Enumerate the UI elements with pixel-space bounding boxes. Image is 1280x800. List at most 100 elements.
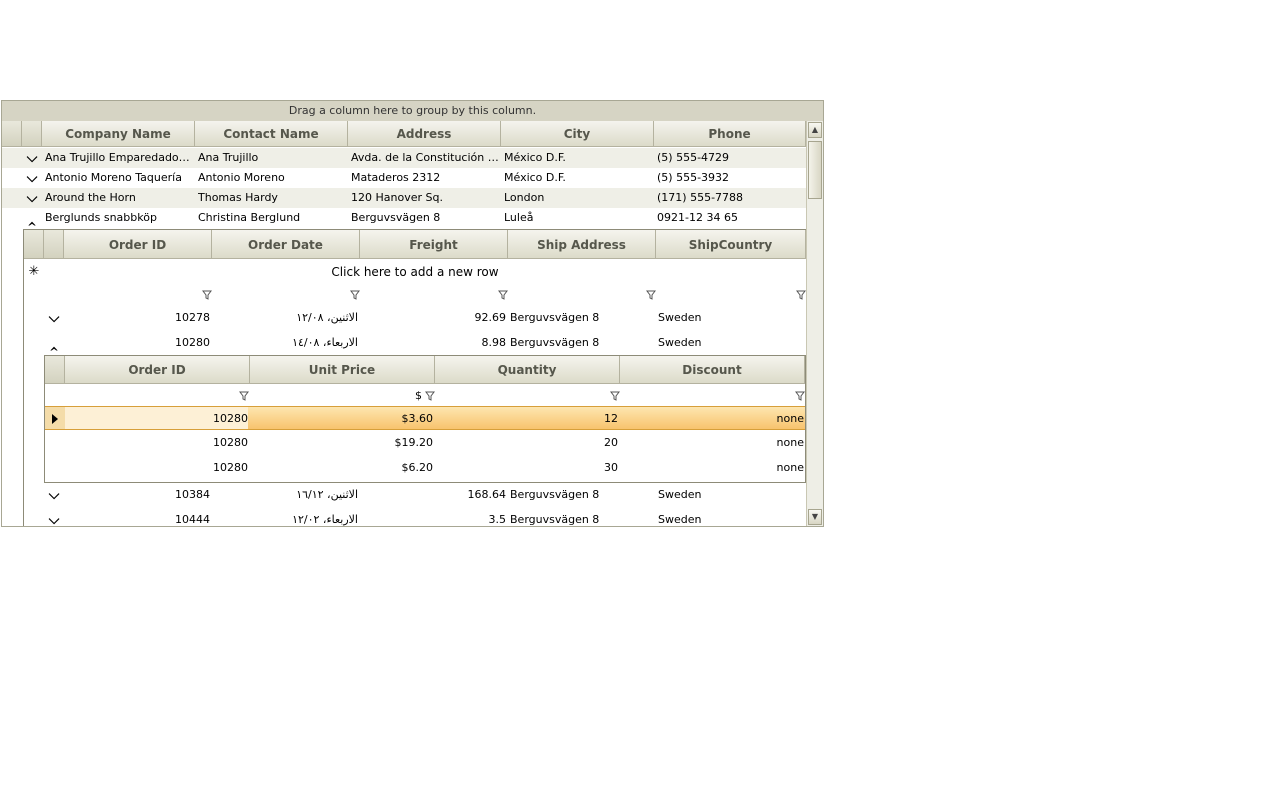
ship-address-cell: Berguvsvägen 8 [510, 336, 600, 349]
city-cell: México D.F. [504, 171, 566, 184]
vertical-scrollbar[interactable]: ▲ ▼ [806, 121, 823, 526]
header-order-date[interactable]: Order Date [212, 230, 360, 258]
order-id-cell: 10384 [175, 488, 210, 501]
quantity-cell: 12 [604, 412, 618, 425]
customers-header: Company Name Contact Name Address City P… [2, 121, 806, 147]
header-address[interactable]: Address [348, 121, 501, 146]
customer-row[interactable]: ‸ Berglunds snabbköp Christina Berglund … [2, 208, 806, 228]
city-cell: México D.F. [504, 151, 566, 164]
header-ship-country[interactable]: ShipCountry [656, 230, 806, 258]
quantity-cell: 30 [604, 461, 618, 474]
header-company-name[interactable]: Company Name [42, 121, 195, 146]
company-name-cell: Ana Trujillo Emparedados y helados [45, 151, 190, 164]
add-new-row[interactable]: ✳ Click here to add a new row [24, 261, 806, 283]
header-expander-cell [22, 121, 42, 146]
contact-name-cell: Thomas Hardy [198, 191, 278, 204]
ship-address-cell: Berguvsvägen 8 [510, 311, 600, 324]
chevron-down-icon[interactable]: ⌵ [22, 188, 42, 208]
phone-cell: (171) 555-7788 [657, 191, 744, 204]
header-quantity[interactable]: Quantity [435, 356, 620, 383]
chevron-down-icon[interactable]: ⌵ [44, 508, 64, 526]
order-details-header: Order ID Unit Price Quantity Discount [45, 356, 805, 384]
filter-icon[interactable] [498, 290, 508, 300]
unit-price-cell: $19.20 [394, 436, 434, 449]
customer-row[interactable]: ⌵ Around the Horn Thomas Hardy 120 Hanov… [2, 188, 806, 208]
header-city[interactable]: City [501, 121, 654, 146]
filter-icon[interactable] [425, 391, 435, 401]
header-order-id[interactable]: Order ID [64, 230, 212, 258]
freight-cell: 8.98 [481, 336, 507, 349]
chevron-down-icon[interactable]: ⌵ [44, 306, 64, 330]
orders-header-expander [44, 230, 64, 258]
customer-row[interactable]: ⌵ Ana Trujillo Emparedados y helados Ana… [2, 148, 806, 168]
order-id-cell: 10278 [175, 311, 210, 324]
chevron-down-icon[interactable]: ⌵ [22, 168, 42, 188]
filter-icon[interactable] [796, 290, 806, 300]
order-date-cell: الاربعاء، ١٢/٠٢ [292, 513, 358, 526]
address-cell: 120 Hanover Sq. [351, 191, 443, 204]
scrollbar-thumb[interactable] [808, 141, 822, 199]
ship-country-cell: Sweden [658, 311, 702, 324]
unit-price-cell: $3.60 [401, 412, 434, 425]
order-detail-row[interactable]: 10280 $6.20 30 none [45, 456, 805, 480]
filter-icon[interactable] [350, 290, 360, 300]
phone-cell: 0921-12 34 65 [657, 211, 738, 224]
filter-icon[interactable] [239, 391, 249, 401]
orders-filter-row [24, 285, 806, 305]
order-details-filter-row: $ [45, 386, 805, 406]
freight-cell: 92.69 [474, 311, 507, 324]
detail-order-id-cell: 10280 [65, 407, 248, 429]
company-name-cell: Berglunds snabbköp [45, 211, 157, 224]
header-unit-price[interactable]: Unit Price [250, 356, 435, 383]
phone-cell: (5) 555-4729 [657, 151, 730, 164]
company-name-cell: Around the Horn [45, 191, 136, 204]
order-row[interactable]: ⌵ 10384 الاثنين، ١٦/١٢ 168.64 Berguvsväg… [24, 483, 806, 507]
header-ship-address[interactable]: Ship Address [508, 230, 656, 258]
filter-icon[interactable] [202, 290, 212, 300]
header-freight[interactable]: Freight [360, 230, 508, 258]
order-date-cell: الاثنين، ١٢/٠٨ [296, 311, 358, 324]
group-by-panel[interactable]: Drag a column here to group by this colu… [2, 101, 823, 122]
order-row[interactable]: ⌵ 10278 الاثنين، ١٢/٠٨ 92.69 Berguvsväge… [24, 306, 806, 330]
asterisk-icon: ✳ [28, 264, 40, 279]
orders-header: Order ID Order Date Freight Ship Address… [24, 229, 806, 259]
freight-cell: 168.64 [467, 488, 507, 501]
group-panel-text: Drag a column here to group by this colu… [288, 104, 537, 117]
address-cell: Mataderos 2312 [351, 171, 441, 184]
freight-cell: 3.5 [488, 513, 507, 526]
scroll-down-button[interactable]: ▼ [808, 509, 822, 525]
unit-price-filter-prefix: $ [415, 389, 422, 402]
chevron-down-icon[interactable]: ⌵ [44, 483, 64, 507]
details-header-indicator [45, 356, 65, 383]
quantity-cell: 20 [604, 436, 618, 449]
header-discount[interactable]: Discount [620, 356, 805, 383]
unit-price-cell: $6.20 [401, 461, 434, 474]
order-date-cell: الاثنين، ١٦/١٢ [296, 488, 358, 501]
filter-icon[interactable] [795, 391, 805, 401]
filter-icon[interactable] [610, 391, 620, 401]
chevron-down-icon[interactable]: ⌵ [22, 148, 42, 168]
order-detail-row-selected[interactable]: 10280 $3.60 12 none [45, 406, 805, 430]
orders-child-table: Order ID Order Date Freight Ship Address… [23, 229, 807, 526]
hierarchical-grid: Drag a column here to group by this colu… [1, 100, 824, 527]
header-contact-name[interactable]: Contact Name [195, 121, 348, 146]
customer-row[interactable]: ⌵ Antonio Moreno Taquería Antonio Moreno… [2, 168, 806, 188]
header-indicator-cell [2, 121, 22, 146]
detail-order-id-cell: 10280 [213, 461, 248, 474]
scroll-up-button[interactable]: ▲ [808, 122, 822, 138]
contact-name-cell: Christina Berglund [198, 211, 301, 224]
ship-country-cell: Sweden [658, 513, 702, 526]
chevron-up-icon[interactable]: ‸ [22, 208, 42, 228]
phone-cell: (5) 555-3932 [657, 171, 730, 184]
order-row[interactable]: ⌵ 10444 الاربعاء، ١٢/٠٢ 3.5 Berguvsvägen… [24, 508, 806, 526]
filter-icon[interactable] [646, 290, 656, 300]
triangle-right-icon [52, 414, 58, 424]
order-details-child-table: Order ID Unit Price Quantity Discount $ … [44, 355, 806, 483]
order-row[interactable]: ‸ 10280 الاربعاء، ١٤/٠٨ 8.98 Berguvsväge… [24, 331, 806, 355]
orders-header-indicator [24, 230, 44, 258]
header-detail-order-id[interactable]: Order ID [65, 356, 250, 383]
header-phone[interactable]: Phone [654, 121, 806, 146]
chevron-up-icon[interactable]: ‸ [44, 331, 64, 355]
order-detail-row[interactable]: 10280 $19.20 20 none [45, 431, 805, 455]
ship-country-cell: Sweden [658, 336, 702, 349]
